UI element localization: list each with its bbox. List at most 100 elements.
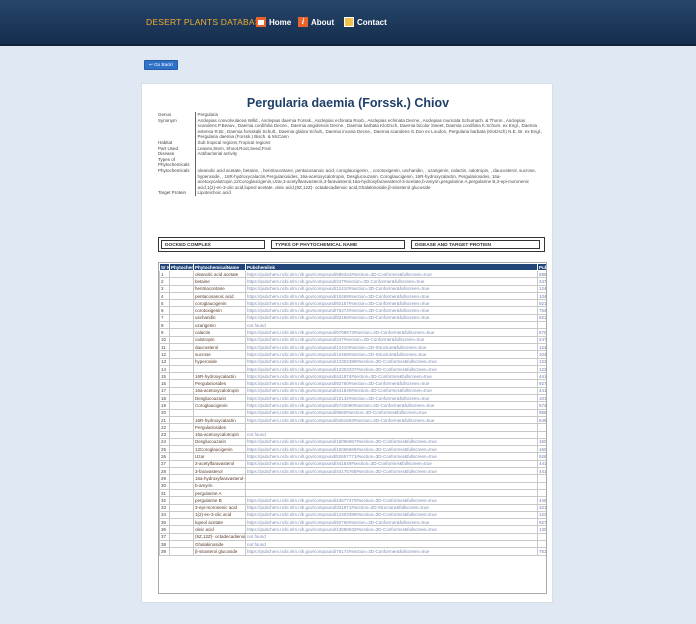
pubchem-link-cell[interactable]: https://pubchem.ncbi.nlm.nih.gov/compoun… (245, 525, 538, 534)
sr-cell: 15 (159, 372, 170, 381)
pubchem-link-cell[interactable]: https://pubchem.ncbi.nlm.nih.gov/compoun… (245, 386, 538, 396)
go-back-button[interactable]: ↩ Go Back! (144, 60, 178, 70)
pubchem-link-cell (245, 488, 538, 498)
sr-cell: 7 (159, 313, 170, 323)
table-row: 21 16R-hydroxycalactin https://pubchem.ncb… (159, 415, 546, 425)
pubchem-link-cell[interactable]: https://pubchem.ncbi.nlm.nih.gov/compoun… (245, 291, 538, 301)
nav-home-link[interactable]: Home (256, 15, 291, 29)
pubchem-link-cell[interactable]: https://pubchem.ncbi.nlm.nih.gov/compoun… (245, 452, 538, 461)
disease-target-tab[interactable]: DISEASE AND TARGET PROTEIN (411, 240, 540, 249)
pubchem-link-cell[interactable]: https://pubchem.ncbi.nlm.nih.gov/compoun… (245, 313, 538, 323)
table-row: 6 corotoxigenin https://pubchem.ncbi.nlm.n… (159, 306, 546, 315)
pubchem-id-cell: 10468 (537, 291, 546, 301)
pubchem-link-cell[interactable]: https://pubchem.ncbi.nlm.nih.gov/compoun… (245, 269, 538, 279)
table-row: 7 uscharidin https://pubchem.ncbi.nlm.nih.… (159, 313, 546, 323)
sr-cell: 4 (159, 291, 170, 301)
type-cell (169, 445, 194, 454)
top-navbar: DESERT PLANTS DATABASE Home i About Cont… (0, 0, 696, 46)
pubchem-link-cell[interactable]: https://pubchem.ncbi.nlm.nih.gov/compoun… (245, 445, 538, 454)
type-cell (169, 525, 194, 534)
pubchem-link-cell[interactable]: https://pubchem.ncbi.nlm.nih.gov/compoun… (245, 335, 538, 344)
nav-about-link[interactable]: i About (298, 15, 334, 29)
pubchem-id-cell (537, 423, 546, 432)
name-cell: sucrose (193, 350, 246, 359)
pubchem-id-cell: 441849 (537, 386, 546, 396)
pubchem-link-cell[interactable]: https://pubchem.ncbi.nlm.nih.gov/compoun… (245, 350, 538, 359)
pubchem-link-cell: not found (245, 430, 538, 439)
pubchem-link-cell[interactable]: https://pubchem.ncbi.nlm.nih.gov/compoun… (245, 357, 538, 366)
section-header-bar: DOCKED COMPLEX TYPES OF PHYTOCHEMICAL NA… (158, 237, 545, 252)
type-cell (169, 532, 194, 542)
pubchem-link-cell[interactable]: https://pubchem.ncbi.nlm.nih.gov/compoun… (245, 518, 538, 527)
sr-cell: 25 (159, 445, 170, 454)
info-value: oleanolic acid acetate, betaine, , hentr… (194, 167, 544, 191)
pubchem-link-cell[interactable]: https://pubchem.ncbi.nlm.nih.gov/compoun… (245, 503, 538, 512)
name-cell: pergularine A (193, 488, 246, 498)
type-cell (169, 342, 194, 352)
table-row: 17 16a-acetoxycalotropin https://pubchem.n… (159, 386, 546, 396)
pubchem-link-cell[interactable]: https://pubchem.ncbi.nlm.nih.gov/compoun… (245, 408, 538, 417)
pubchem-link-cell[interactable]: https://pubchem.ncbi.nlm.nih.gov/compoun… (245, 510, 538, 520)
pubchem-link-cell[interactable]: https://pubchem.ncbi.nlm.nih.gov/compoun… (245, 372, 538, 381)
pubchem-link-cell[interactable]: https://pubchem.ncbi.nlm.nih.gov/compoun… (245, 379, 538, 388)
pubchem-link-cell[interactable]: https://pubchem.ncbi.nlm.nih.gov/compoun… (245, 547, 538, 556)
type-cell (169, 423, 194, 432)
name-cell: calotropin (193, 335, 246, 344)
pubchem-link-cell[interactable]: https://pubchem.ncbi.nlm.nih.gov/compoun… (245, 364, 538, 374)
name-cell: Coroglaucigenin (193, 401, 246, 410)
name-cell: hyperoside (193, 357, 246, 366)
pubchem-link-cell[interactable]: https://pubchem.ncbi.nlm.nih.gov/compoun… (245, 401, 538, 410)
sr-cell: 16 (159, 379, 170, 388)
sr-cell: 29 (159, 474, 170, 483)
table-row: 11 daucosterol https://pubchem.ncbi.nlm.ni… (159, 342, 546, 352)
pubchem-link-cell[interactable]: https://pubchem.ncbi.nlm.nih.gov/compoun… (245, 394, 538, 403)
sr-cell: 10 (159, 335, 170, 344)
table-row: 28 3-faravasterol https://pubchem.ncbi.nlm… (159, 466, 546, 476)
pubchem-link-cell[interactable]: https://pubchem.ncbi.nlm.nih.gov/compoun… (245, 284, 538, 293)
pubchem-link-cell[interactable]: https://pubchem.ncbi.nlm.nih.gov/compoun… (245, 328, 538, 337)
pubchem-link-cell[interactable]: https://pubchem.ncbi.nlm.nih.gov/compoun… (245, 306, 538, 315)
pubchem-link-cell[interactable]: https://pubchem.ncbi.nlm.nih.gov/compoun… (245, 437, 538, 447)
table-row: 10 calotropin https://pubchem.ncbi.nlm.nih… (159, 335, 546, 344)
pubchem-id-cell: 5461693 (537, 415, 546, 425)
pubchem-id-cell: 92760 (537, 379, 546, 388)
type-cell (169, 350, 194, 359)
type-cell (169, 306, 194, 315)
table-row: 31 pergularine A (159, 488, 546, 498)
phytochemical-types-tab[interactable]: TYPES OF PHYTOCHEMICAL NAME (271, 240, 405, 249)
docked-complex-tab[interactable]: DOCKED COMPLEX (161, 240, 265, 249)
type-cell (169, 364, 194, 374)
sr-cell: 30 (159, 481, 170, 490)
pubchem-link-cell[interactable]: https://pubchem.ncbi.nlm.nih.gov/compoun… (245, 415, 538, 425)
type-cell (169, 518, 194, 527)
type-cell (169, 299, 194, 308)
table-row: 30 b-amyrin (159, 481, 546, 490)
pubchem-link-cell[interactable]: https://pubchem.ncbi.nlm.nih.gov/compoun… (245, 466, 538, 476)
nav-contact-link[interactable]: Contact (344, 15, 387, 29)
type-cell (169, 394, 194, 403)
pubchem-link-cell (245, 481, 538, 490)
table-row: 23 16a-acetoxycalotropin not found (159, 430, 546, 439)
name-cell: hentriacontane (193, 284, 246, 293)
sr-cell: 37 (159, 532, 170, 542)
name-cell: Uzar (193, 452, 246, 461)
name-cell: uscharidin (193, 313, 246, 323)
pubchem-link-cell[interactable]: https://pubchem.ncbi.nlm.nih.gov/compoun… (245, 299, 538, 308)
type-cell (169, 510, 194, 520)
info-icon: i (298, 17, 308, 27)
name-cell: coroglaucigenin (193, 299, 246, 308)
pubchem-id-cell: 16066967 (537, 437, 546, 447)
name-cell: Pergulariosides (193, 423, 246, 432)
pubchem-link-cell (245, 423, 538, 432)
brand-title[interactable]: DESERT PLANTS DATABASE (146, 17, 266, 27)
pubchem-link-cell[interactable]: https://pubchem.ncbi.nlm.nih.gov/compoun… (245, 277, 538, 286)
pubchem-link-cell[interactable]: https://pubchem.ncbi.nlm.nih.gov/compoun… (245, 496, 538, 505)
name-cell: calactin (193, 328, 246, 337)
nav-home-label: Home (269, 17, 292, 27)
pubchem-link-cell[interactable]: https://pubchem.ncbi.nlm.nih.gov/compoun… (245, 459, 538, 469)
sr-cell: 12 (159, 350, 170, 359)
pubchem-link-cell[interactable]: https://pubchem.ncbi.nlm.nih.gov/compoun… (245, 342, 538, 352)
name-cell: 3-acetylfaravasterol (193, 459, 246, 469)
info-row: Phytochemicals oleanolic acid acetate, be… (158, 167, 544, 191)
name-cell: pentacosanoic acid (193, 291, 246, 301)
